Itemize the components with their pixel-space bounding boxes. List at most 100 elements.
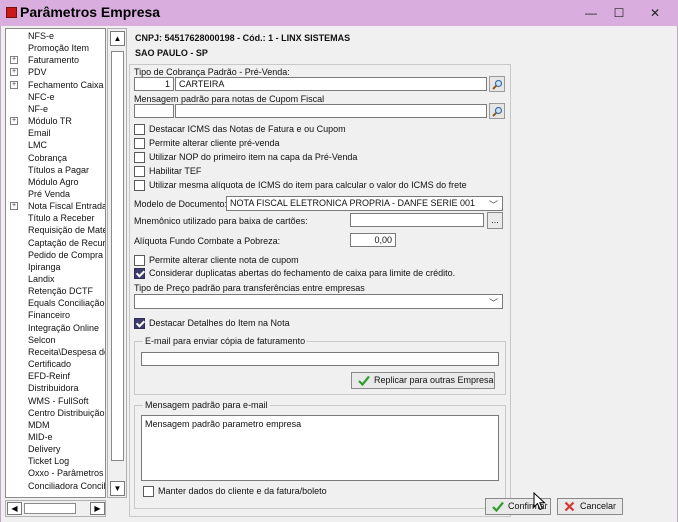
checkbox-box[interactable] xyxy=(134,180,145,191)
tree-item-captacao-de-recurso[interactable]: Captação de Recurso xyxy=(6,237,106,249)
cupom-search-button[interactable] xyxy=(489,103,505,119)
cancel-button[interactable]: Cancelar xyxy=(557,498,623,515)
checkbox-box[interactable] xyxy=(134,152,145,163)
tree-item-pdv[interactable]: + PDV xyxy=(6,66,105,78)
checkbox-box[interactable] xyxy=(134,255,145,266)
checkbox-box[interactable] xyxy=(134,318,145,329)
tree-vertical-scrollbar[interactable]: ▲ ▼ xyxy=(107,28,127,498)
maximize-button[interactable]: ☐ xyxy=(604,3,634,23)
tree-item-label: Faturamento xyxy=(28,55,80,66)
close-button[interactable]: ✕ xyxy=(640,3,670,23)
tree-item-label: Pedido de Compra xyxy=(28,249,104,260)
tree-item-nota-fiscal-entrada[interactable]: + Nota Fiscal Entrada xyxy=(6,200,105,212)
mnemonico-browse-button[interactable]: ... xyxy=(487,212,503,229)
tree-item-label: MID-e xyxy=(28,431,53,442)
tree-item-titulos-a-pagar[interactable]: Títulos a Pagar xyxy=(6,164,105,176)
pre-venda-panel: Tipo de Cobrança Padrão - Pré-Venda: 1 C… xyxy=(129,64,511,517)
preco-select[interactable]: ﹀ xyxy=(134,294,503,309)
modelo-documento-value: NOTA FISCAL ELETRONICA PROPRIA - DANFE S… xyxy=(230,198,476,208)
tree-item-receita-despesa-de-t[interactable]: Receita\Despesa de T xyxy=(6,346,105,358)
msg-email-group-title: Mensagem padrão para e-mail xyxy=(143,400,270,410)
tree-item-label: Ticket Log xyxy=(28,456,70,467)
scroll-left-icon[interactable]: ◀ xyxy=(7,502,22,515)
minimize-button[interactable]: — xyxy=(576,3,606,23)
tree-item-lmc[interactable]: LMC xyxy=(6,139,105,151)
checkbox-box[interactable] xyxy=(134,124,145,135)
email-input[interactable] xyxy=(141,352,499,366)
cupom-code-input[interactable] xyxy=(134,104,174,118)
expand-icon[interactable]: + xyxy=(10,68,18,77)
cobranca-code-input[interactable]: 1 xyxy=(134,77,174,91)
tree-item-efd-reinf[interactable]: EFD-Reinf xyxy=(6,370,105,382)
title-bar[interactable]: Parâmetros Empresa — ☐ ✕ xyxy=(0,0,678,26)
msg-email-textarea[interactable]: Mensagem padrão parametro empresa xyxy=(141,415,499,481)
tree-item-promocao-item[interactable]: Promoção Item xyxy=(6,42,105,54)
tree-item-delivery[interactable]: Delivery xyxy=(6,443,105,455)
checkbox-utilizar-mesma-aliquota-de-icms-do-item-[interactable]: Utilizar mesma alíquota de ICMS do item … xyxy=(134,180,504,192)
tree-item-cobranca[interactable]: Cobrança xyxy=(6,152,105,164)
tree-item-equals-conciliacao[interactable]: Equals Conciliação xyxy=(6,297,105,309)
tree-item-selcon[interactable]: Selcon xyxy=(6,334,105,346)
scroll-down-icon[interactable]: ▼ xyxy=(110,481,125,496)
modelo-documento-select[interactable]: NOTA FISCAL ELETRONICA PROPRIA - DANFE S… xyxy=(226,196,503,211)
checkbox-destacar-icms-das-notas-de-fatura-e-ou-c[interactable]: Destacar ICMS das Notas de Fatura e ou C… xyxy=(134,124,504,136)
tree-item-integracao-online[interactable]: Integração Online xyxy=(6,322,105,334)
tree-item-label: Captação de Recurso xyxy=(28,237,106,248)
tree-item-ipiranga[interactable]: Ipiranga xyxy=(6,261,105,273)
tree-item-titulo-a-receber[interactable]: Título a Receber xyxy=(6,212,105,224)
checkbox-utilizar-nop-do-primeiro-item-na-capa-da[interactable]: Utilizar NOP do primeiro item na capa da… xyxy=(134,152,504,164)
tree-item-email[interactable]: Email xyxy=(6,127,105,139)
tree-item-oxxo-parametros[interactable]: Oxxo - Parâmetros xyxy=(6,467,105,479)
tree-item-wms-fullsoft[interactable]: WMS - FullSoft xyxy=(6,395,105,407)
checkbox-permite-alterar-cliente-nota-de-cupom[interactable]: Permite alterar cliente nota de cupom xyxy=(134,255,504,267)
tree-item-distribuidora[interactable]: Distribuidora xyxy=(6,382,105,394)
scroll-right-icon[interactable]: ▶ xyxy=(90,502,105,515)
cobranca-name-input[interactable]: CARTEIRA xyxy=(175,77,487,91)
tree-item-centro-distribuicao[interactable]: Centro Distribuição xyxy=(6,407,105,419)
checkbox-permite-alterar-cliente-pre-venda[interactable]: Permite alterar cliente pré-venda xyxy=(134,138,504,150)
close-icon xyxy=(564,501,575,512)
tree-item-requisicao-de-materia[interactable]: Requisição de Materia xyxy=(6,224,105,236)
checkbox-box[interactable] xyxy=(143,486,154,497)
cobranca-search-button[interactable] xyxy=(489,76,505,92)
scroll-up-icon[interactable]: ▲ xyxy=(110,31,125,46)
tree-item-label: Selcon xyxy=(28,334,56,345)
checkbox-box[interactable] xyxy=(134,138,145,149)
tree-item-modulo-agro[interactable]: Módulo Agro xyxy=(6,176,105,188)
aliquota-input[interactable]: 0,00 xyxy=(350,233,396,247)
destacar-itens-checkbox[interactable]: Destacar Detalhes do Item na Nota xyxy=(134,318,434,330)
parameter-tree[interactable]: NFS-e Promoção Item + Faturamento + PDV + Fecha… xyxy=(5,28,106,498)
tree-item-nf-e[interactable]: NF-e xyxy=(6,103,105,115)
tree-item-nfc-e[interactable]: NFC-e xyxy=(6,91,105,103)
tree-item-conciliadora-conciliac[interactable]: Conciliadora Conciliac xyxy=(6,480,105,492)
tree-item-certificado[interactable]: Certificado xyxy=(6,358,105,370)
tree-item-retencao-dctf[interactable]: Retenção DCTF xyxy=(6,285,105,297)
checkbox-box[interactable] xyxy=(134,268,145,279)
tree-item-faturamento[interactable]: + Faturamento xyxy=(6,54,105,66)
checkbox-habilitar-tef[interactable]: Habilitar TEF xyxy=(134,166,504,178)
tree-item-ticket-log[interactable]: Ticket Log xyxy=(6,455,105,467)
cupom-name-input[interactable] xyxy=(175,104,487,118)
tree-item-label: Centro Distribuição xyxy=(28,407,105,418)
tree-item-financeiro[interactable]: Financeiro xyxy=(6,309,105,321)
checkbox-considerar-duplicatas-abertas-do-fechame[interactable]: Considerar duplicatas abertas do fechame… xyxy=(134,268,504,280)
tree-item-pre-venda[interactable]: Pré Venda xyxy=(6,188,105,200)
tree-item-fechamento-caixa[interactable]: + Fechamento Caixa xyxy=(6,79,105,91)
tree-item-modulo-tr[interactable]: + Módulo TR xyxy=(6,115,105,127)
expand-icon[interactable]: + xyxy=(10,80,18,89)
tree-item-mdm[interactable]: MDM xyxy=(6,419,105,431)
tree-item-nfs-e[interactable]: NFS-e xyxy=(6,30,105,42)
tree-horizontal-scrollbar[interactable]: ◀ ▶ xyxy=(5,500,106,517)
tree-item-pedido-de-compra[interactable]: Pedido de Compra xyxy=(6,249,105,261)
tree-item-mid-e[interactable]: MID-e xyxy=(6,431,105,443)
expand-icon[interactable]: + xyxy=(10,117,18,126)
manter-dados-checkbox[interactable]: Manter dados do cliente e da fatura/bole… xyxy=(143,486,393,498)
mnemonico-input[interactable] xyxy=(350,213,484,227)
scroll-thumb[interactable] xyxy=(111,51,124,461)
checkbox-box[interactable] xyxy=(134,166,145,177)
expand-icon[interactable]: + xyxy=(10,202,18,211)
replicar-button[interactable]: Replicar para outras Empresa xyxy=(351,372,495,389)
scroll-thumb-horizontal[interactable] xyxy=(24,503,76,514)
tree-item-landix[interactable]: Landix xyxy=(6,273,105,285)
expand-icon[interactable]: + xyxy=(10,56,18,65)
